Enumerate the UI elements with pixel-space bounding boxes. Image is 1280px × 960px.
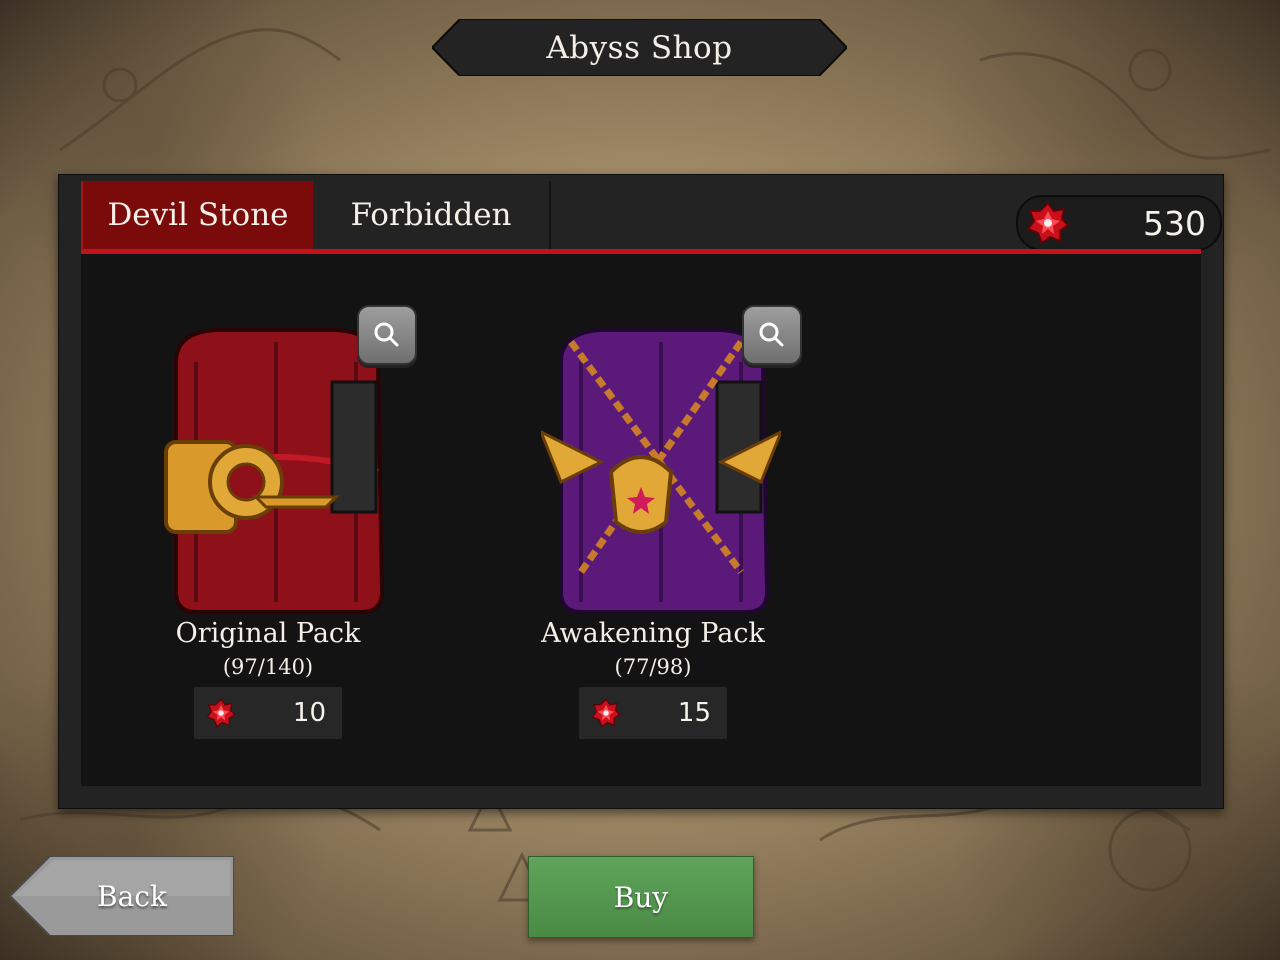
pack-price: 15 (677, 698, 711, 728)
purple-chest-image (541, 328, 781, 614)
pack-count: (77/98) (614, 655, 692, 679)
pack-name: Original Pack (175, 618, 361, 649)
pack-count: (97/140) (222, 655, 314, 679)
devil-stone-icon (591, 698, 621, 728)
tab-devil-stone[interactable]: Devil Stone (81, 181, 313, 249)
magnifier-icon (759, 322, 784, 347)
tab-bar: Devil Stone Forbidden 530 (81, 181, 1222, 251)
back-label: Back (97, 879, 167, 913)
currency-amount: 530 (1143, 203, 1206, 243)
buy-button[interactable]: Buy (528, 856, 754, 938)
tab-forbidden[interactable]: Forbidden (313, 181, 551, 249)
red-chest-image (164, 328, 385, 614)
title-banner: Abyss Shop (432, 19, 847, 76)
pack-price: 10 (292, 698, 326, 728)
pack-list: Original Pack (97/140) 10 Awakening Pack… (81, 254, 1201, 786)
devil-stone-icon (1026, 201, 1070, 245)
shop-panel: Devil Stone Forbidden 530 Original Pack … (58, 174, 1224, 809)
devil-stone-icon (206, 698, 236, 728)
magnifier-icon (374, 322, 399, 347)
pack-card-awakening[interactable]: Awakening Pack (77/98) 15 (493, 254, 853, 786)
zoom-button-original[interactable] (357, 305, 417, 365)
currency-balance: 530 (1016, 195, 1222, 251)
price-button-awakening[interactable]: 15 (579, 687, 727, 739)
price-button-original[interactable]: 10 (194, 687, 342, 739)
pack-card-original[interactable]: Original Pack (97/140) 10 (108, 254, 468, 786)
page-title: Abyss Shop (546, 29, 733, 66)
zoom-button-awakening[interactable] (742, 305, 802, 365)
pack-name: Awakening Pack (541, 618, 765, 649)
back-button[interactable]: Back (10, 856, 234, 936)
